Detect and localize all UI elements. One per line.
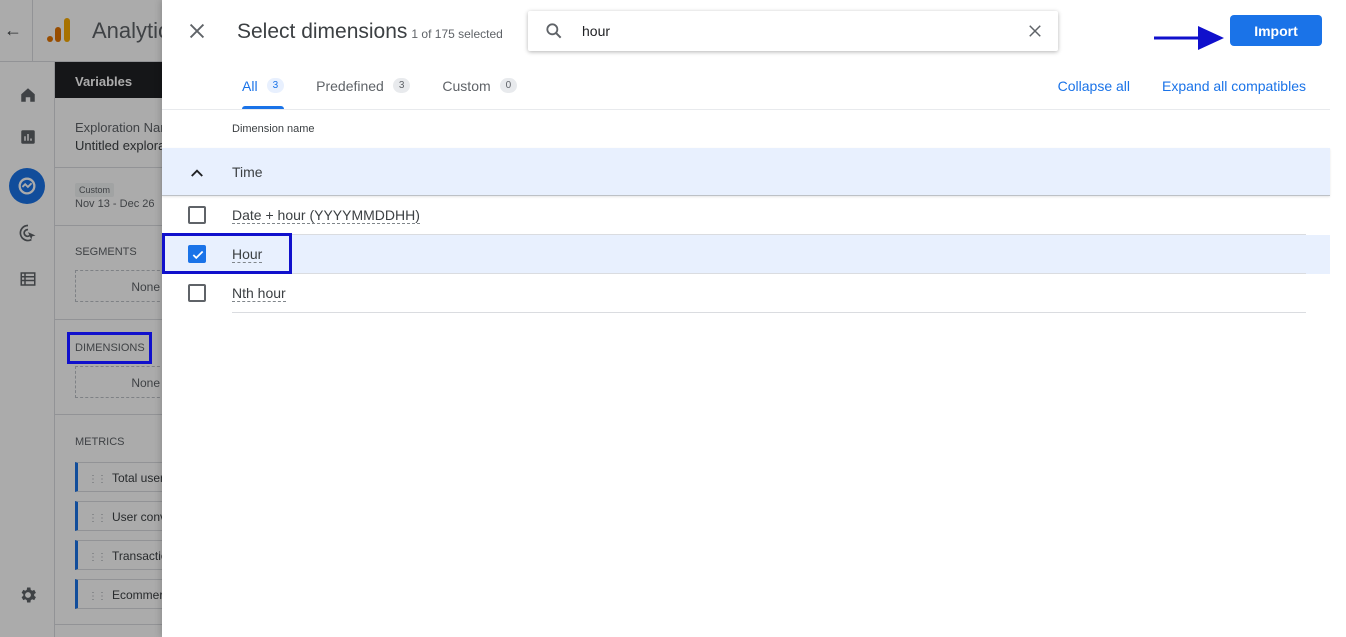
tab-actions: Collapse all Expand all compatibles (1058, 78, 1306, 94)
tab-count-badge: 3 (266, 78, 285, 93)
select-dimensions-dialog: Select dimensions1 of 175 selected Impor… (162, 0, 1346, 637)
checkbox[interactable] (188, 284, 206, 302)
dimension-label: Nth hour (232, 285, 286, 302)
tab-custom[interactable]: Custom 0 (442, 72, 518, 109)
annotation-arrow-icon (1154, 26, 1224, 50)
tab-predefined[interactable]: Predefined 3 (316, 72, 411, 109)
close-icon[interactable] (186, 20, 208, 42)
search-box (528, 11, 1058, 51)
expand-all-compatibles-link[interactable]: Expand all compatibles (1162, 78, 1306, 94)
dimensions-highlight-annotation (67, 332, 152, 364)
tab-all[interactable]: All 3 (242, 72, 285, 109)
checkbox[interactable] (188, 206, 206, 224)
search-input[interactable] (582, 19, 1002, 43)
screen: ← Analytics Variables Exploration Name U… (0, 0, 1346, 637)
collapse-all-link[interactable]: Collapse all (1058, 78, 1130, 94)
dimension-label: Date + hour (YYYYMMDDHH) (232, 207, 420, 224)
import-button[interactable]: Import (1230, 15, 1322, 46)
group-header-time[interactable]: Time (162, 148, 1330, 196)
hour-highlight-annotation (162, 233, 292, 274)
dialog-title: Select dimensions 1 of 175 selected (237, 20, 503, 43)
tab-bar: All 3 Predefined 3 Custom 0 (242, 72, 549, 109)
dimension-row[interactable]: Nth hour (162, 274, 1330, 313)
divider (232, 312, 1306, 313)
clear-search-icon[interactable] (1026, 22, 1044, 40)
dimension-row[interactable]: Hour (162, 235, 1330, 274)
tab-count-badge: 3 (392, 78, 411, 93)
dimension-row[interactable]: Date + hour (YYYYMMDDHH) (162, 196, 1330, 235)
search-icon (544, 21, 564, 41)
selection-count: 1 of 175 selected (411, 27, 503, 41)
modal-scrim[interactable] (0, 0, 162, 637)
column-header: Dimension name (232, 123, 315, 135)
divider (162, 109, 1330, 110)
tab-count-badge: 0 (499, 78, 518, 93)
background-app: ← Analytics Variables Exploration Name U… (0, 0, 186, 637)
group-label: Time (232, 164, 263, 180)
chevron-up-icon[interactable] (188, 164, 206, 182)
